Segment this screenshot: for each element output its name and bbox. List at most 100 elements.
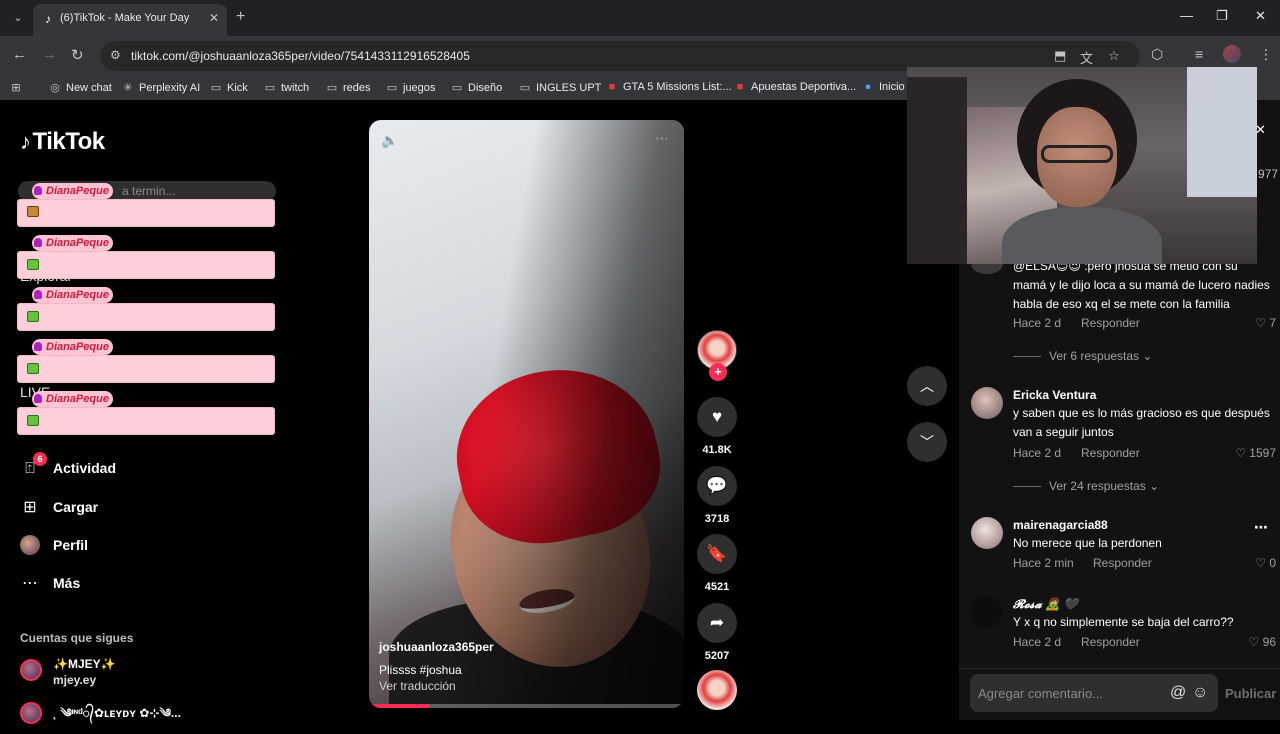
- translate-icon[interactable]: 文: [1080, 48, 1093, 67]
- comment-avatar[interactable]: [971, 596, 1003, 628]
- chevron-down-icon: ﹀: [920, 434, 934, 450]
- webcam-background: [907, 77, 967, 264]
- view-replies-button[interactable]: Ver 24 respuestas ⌄: [1013, 479, 1159, 493]
- comment-like-button[interactable]: ♡ 7: [1255, 316, 1276, 330]
- video-shade: [369, 120, 684, 708]
- comment-avatar[interactable]: [971, 387, 1003, 419]
- video-author[interactable]: joshuaanloza365per: [379, 640, 494, 654]
- mention-at-icon[interactable]: @: [1170, 684, 1186, 702]
- browser-menu-icon[interactable]: ⋮: [1259, 46, 1273, 63]
- comment-more-icon[interactable]: ⋯: [1254, 519, 1269, 536]
- video-progress-bar[interactable]: [369, 704, 684, 708]
- chat-username: DianaPeque: [32, 183, 113, 199]
- install-app-icon[interactable]: ⬒: [1054, 48, 1066, 64]
- close-window-icon[interactable]: ✕: [1255, 8, 1266, 24]
- bookmark-apuestas[interactable]: ■ Apuestas Deportiva...: [734, 81, 857, 93]
- tab-close-icon[interactable]: ✕: [209, 11, 219, 25]
- minimize-icon[interactable]: —: [1180, 8, 1193, 23]
- share-button[interactable]: ➦ 5207: [697, 603, 737, 662]
- comment-username[interactable]: mairenagarcia88: [1013, 518, 1108, 532]
- bookmark-inicio[interactable]: ● Inicio: [862, 81, 905, 93]
- chat-message: [17, 199, 275, 227]
- comment-like-button[interactable]: ♡ 0: [1255, 556, 1276, 570]
- sidebar-item-label: Más: [53, 575, 81, 591]
- publish-button[interactable]: Publicar: [1225, 686, 1276, 701]
- comment-like-button[interactable]: ♡ 1597: [1235, 446, 1276, 460]
- video-caption[interactable]: Plissss #joshua: [379, 663, 462, 677]
- chat-message: [17, 303, 275, 331]
- extensions-icon[interactable]: ⬡: [1151, 46, 1163, 63]
- next-video-button[interactable]: ﹀: [907, 422, 947, 462]
- tab-search-icon[interactable]: ⌄: [8, 8, 28, 28]
- upload-plus-icon: ⊞: [23, 499, 37, 516]
- video-more-icon[interactable]: ⋯: [655, 130, 670, 147]
- bookmark-new-chat[interactable]: ◎ New chat: [49, 81, 112, 94]
- bookmark-perplexity[interactable]: ✳ Perplexity AI: [122, 81, 200, 94]
- following-avatar: [20, 702, 42, 724]
- bookmark-juegos[interactable]: ▭ juegos: [386, 81, 436, 94]
- webcam-overlay: [907, 67, 1257, 264]
- webcam-background: [1187, 67, 1257, 197]
- profile-avatar[interactable]: [1223, 45, 1241, 63]
- bookmark-twitch[interactable]: ▭ twitch: [264, 81, 309, 94]
- volume-icon[interactable]: 🔈: [381, 132, 398, 149]
- apps-grid-icon[interactable]: ⊞: [10, 81, 27, 94]
- view-replies-button[interactable]: Ver 6 respuestas ⌄: [1013, 349, 1152, 363]
- comment-text: Y x q no simplemente se baja del carro??: [1013, 615, 1234, 629]
- browser-tab-strip: ⌄ ♪ (6)TikTok - Make Your Day ✕ + — ❐ ✕: [0, 0, 1280, 36]
- like-button[interactable]: ♥ 41.8K: [697, 397, 737, 456]
- back-icon[interactable]: ←: [12, 46, 27, 63]
- browser-tab[interactable]: ♪ (6)TikTok - Make Your Day ✕: [33, 4, 227, 36]
- forward-icon[interactable]: →: [42, 46, 57, 63]
- bookmark-redes[interactable]: ▭ redes: [326, 81, 371, 94]
- new-tab-icon[interactable]: +: [236, 8, 245, 26]
- maximize-icon[interactable]: ❐: [1216, 8, 1228, 24]
- comment-button[interactable]: 💬 3718: [697, 466, 737, 525]
- reply-button[interactable]: Responder: [1081, 446, 1140, 460]
- bookmark-gta[interactable]: ■ GTA 5 Missions List:...: [606, 81, 732, 93]
- follow-plus-icon[interactable]: +: [709, 363, 727, 381]
- bookmark-kick[interactable]: ▭ Kick: [210, 81, 248, 94]
- edge-icon: ●: [864, 81, 872, 93]
- emoji-icon[interactable]: ☺: [1192, 684, 1208, 702]
- heart-outline-icon: ♡: [1255, 556, 1266, 570]
- chat-emote-icon: [27, 311, 39, 322]
- activity-badge: 6: [33, 452, 47, 466]
- comment-time: Hace 2 d: [1013, 316, 1062, 330]
- comment-compose-bar: @ ☺ Publicar: [959, 668, 1280, 720]
- chat-message: [17, 355, 275, 383]
- previous-video-button[interactable]: ︿: [907, 366, 947, 406]
- tiktok-logo[interactable]: ♪TikTok: [20, 128, 105, 156]
- comment-bubble-icon: 💬: [697, 466, 737, 506]
- tiktok-favicon-icon: ♪: [45, 12, 51, 26]
- reply-button[interactable]: Responder: [1081, 635, 1140, 649]
- folder-icon: ▭: [451, 82, 463, 94]
- translate-link[interactable]: Ver traducción: [379, 679, 456, 693]
- comment-text: y saben que es lo más gracioso es que de…: [1013, 406, 1270, 439]
- close-comments-icon[interactable]: ✕: [1255, 122, 1266, 138]
- more-dots-icon: ⋯: [22, 575, 38, 592]
- chat-username: DianaPeque: [32, 391, 113, 407]
- reply-button[interactable]: Responder: [1093, 556, 1152, 570]
- site-info-icon[interactable]: ⚙: [110, 48, 121, 62]
- like-count: 41.8K: [702, 444, 732, 456]
- comment-username[interactable]: Ericka Ventura: [1013, 388, 1096, 402]
- music-disc-avatar[interactable]: [697, 670, 737, 710]
- webcam-person: [1041, 145, 1113, 163]
- bookmark-ingles-upt[interactable]: ▭ INGLES UPT: [519, 81, 602, 94]
- comment-like-button[interactable]: ♡ 96: [1249, 635, 1276, 649]
- bookmark-star-icon[interactable]: ☆: [1108, 48, 1120, 64]
- reply-button[interactable]: Responder: [1081, 316, 1140, 330]
- save-button[interactable]: 🔖 4521: [697, 534, 737, 593]
- reload-icon[interactable]: ↻: [71, 46, 84, 64]
- comment-time: Hace 2 d: [1013, 635, 1062, 649]
- following-avatar: [20, 659, 42, 681]
- video-player[interactable]: 🔈 ⋯ joshuaanloza365per Plissss #joshua V…: [369, 120, 684, 708]
- bookmark-diseno[interactable]: ▭ Diseño: [451, 81, 502, 94]
- comment-avatar[interactable]: [971, 517, 1003, 549]
- following-title: Cuentas que sigues: [20, 631, 134, 645]
- sidebar-item-label: Cargar: [53, 499, 99, 515]
- media-control-icon[interactable]: ≡: [1195, 46, 1203, 62]
- comment-username[interactable]: 𝓡𝓸𝓼𝓪 🧟 🖤: [1013, 597, 1078, 612]
- save-count: 4521: [704, 581, 730, 593]
